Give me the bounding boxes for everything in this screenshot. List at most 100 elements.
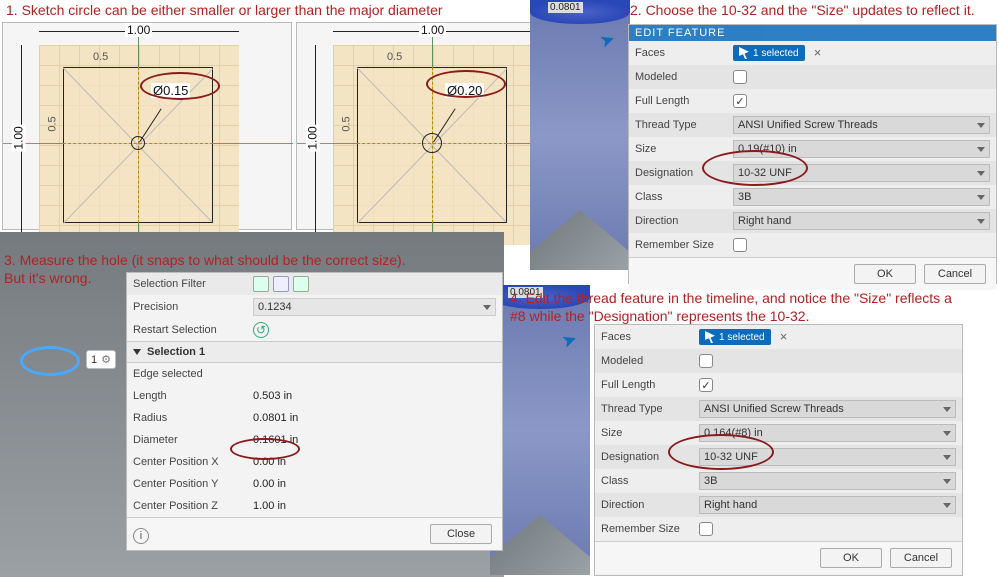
designation-dropdown[interactable]: 10-32 UNF xyxy=(699,448,956,466)
thread-type-value: ANSI Unified Screw Threads xyxy=(738,119,878,131)
remember-size-checkbox[interactable] xyxy=(733,238,747,252)
modeled-checkbox[interactable] xyxy=(699,354,713,368)
dim-width: 1.00 xyxy=(125,23,152,37)
dim-height: 1.00 xyxy=(12,124,26,151)
annotation-3-line1: 3. Measure the hole (it snaps to what sh… xyxy=(4,252,406,268)
chevron-down-icon xyxy=(943,455,951,460)
label-remember: Remember Size xyxy=(635,239,733,251)
sketch-view-1: 1.00 1.00 0.5 0.5 Ø0.15 xyxy=(2,22,292,230)
cursor-icon xyxy=(705,331,715,343)
dim-diameter: Ø0.15 xyxy=(151,83,190,98)
label-remember: Remember Size xyxy=(601,523,699,535)
selection-count: 1 xyxy=(91,354,97,366)
label-modeled: Modeled xyxy=(635,71,733,83)
value-cpz: 1.00 in xyxy=(253,500,496,512)
chevron-down-icon xyxy=(133,349,141,355)
size-value: 0.19(#10) in xyxy=(738,143,797,155)
cylinder-model-2[interactable]: 0.0801 xyxy=(490,285,590,575)
label-radius: Radius xyxy=(133,412,253,424)
modeled-checkbox[interactable] xyxy=(733,70,747,84)
chevron-down-icon xyxy=(977,123,985,128)
cancel-button[interactable]: Cancel xyxy=(890,548,952,568)
class-dropdown[interactable]: 3B xyxy=(699,472,956,490)
dim-diameter: Ø0.20 xyxy=(445,83,484,98)
chevron-down-icon xyxy=(483,305,491,310)
precision-value: 0.1234 xyxy=(258,301,292,313)
direction-value: Right hand xyxy=(704,499,757,511)
precision-dropdown[interactable]: 0.1234 xyxy=(253,298,496,316)
size-dropdown[interactable]: 0.19(#10) in xyxy=(733,140,990,158)
annotation-1: 1. Sketch circle can be either smaller o… xyxy=(6,2,443,18)
dim-half-h: 0.5 xyxy=(47,116,59,131)
full-length-checkbox[interactable] xyxy=(699,378,713,392)
designation-value: 10-32 UNF xyxy=(704,451,758,463)
remember-size-checkbox[interactable] xyxy=(699,522,713,536)
edit-feature-panel-2: Faces 1 selected × Modeled Full Length T… xyxy=(594,324,963,576)
designation-dropdown[interactable]: 10-32 UNF xyxy=(733,164,990,182)
annotation-4-line1: 4. Edit the thread feature in the timeli… xyxy=(510,290,952,306)
faces-count: 1 selected xyxy=(719,332,765,343)
dim-width: 1.00 xyxy=(419,23,446,37)
cylinder-base xyxy=(490,515,590,575)
ok-button[interactable]: OK xyxy=(820,548,882,568)
selection-count-badge[interactable]: 1 ⚙ xyxy=(86,350,116,369)
chevron-down-icon xyxy=(977,171,985,176)
label-class: Class xyxy=(635,191,733,203)
chevron-down-icon xyxy=(943,431,951,436)
selection-section-header[interactable]: Selection 1 xyxy=(127,341,502,363)
value-cpy: 0.00 in xyxy=(253,478,496,490)
class-dropdown[interactable]: 3B xyxy=(733,188,990,206)
direction-dropdown[interactable]: Right hand xyxy=(733,212,990,230)
annotation-2: 2. Choose the 10-32 and the "Size" updat… xyxy=(630,2,975,18)
cursor-icon xyxy=(739,47,749,59)
label-cpx: Center Position X xyxy=(133,456,253,468)
filter-body-icon[interactable] xyxy=(253,276,269,292)
thread-type-dropdown[interactable]: ANSI Unified Screw Threads xyxy=(733,116,990,134)
close-button[interactable]: Close xyxy=(430,524,492,544)
faces-selected-badge[interactable]: 1 selected xyxy=(733,45,805,61)
label-thread-type: Thread Type xyxy=(601,403,699,415)
class-value: 3B xyxy=(738,191,751,203)
chevron-down-icon xyxy=(977,195,985,200)
clear-faces-button[interactable]: × xyxy=(777,330,791,344)
measure-panel: Selection Filter Precision 0.1234 Restar… xyxy=(126,272,503,551)
restart-selection-button[interactable]: ↺ xyxy=(253,322,269,338)
filter-edge-icon[interactable] xyxy=(293,276,309,292)
info-icon[interactable]: i xyxy=(133,528,149,544)
label-direction: Direction xyxy=(601,499,699,511)
value-length: 0.503 in xyxy=(253,390,496,402)
value-radius: 0.0801 in xyxy=(253,412,496,424)
dim-half-w: 0.5 xyxy=(93,51,108,63)
label-full-length: Full Length xyxy=(601,379,699,391)
sketch-circle xyxy=(131,136,145,150)
ok-button[interactable]: OK xyxy=(854,264,916,284)
label-thread-type: Thread Type xyxy=(635,119,733,131)
faces-count: 1 selected xyxy=(753,48,799,59)
direction-dropdown[interactable]: Right hand xyxy=(699,496,956,514)
sketch-circle xyxy=(422,133,442,153)
selected-edge-ring[interactable] xyxy=(20,346,80,376)
cancel-button[interactable]: Cancel xyxy=(924,264,986,284)
chevron-down-icon xyxy=(943,479,951,484)
chevron-down-icon xyxy=(943,407,951,412)
full-length-checkbox[interactable] xyxy=(733,94,747,108)
label-class: Class xyxy=(601,475,699,487)
faces-selected-badge[interactable]: 1 selected xyxy=(699,329,771,345)
label-cpz: Center Position Z xyxy=(133,500,253,512)
label-modeled: Modeled xyxy=(601,355,699,367)
size-dropdown[interactable]: 0.164(#8) in xyxy=(699,424,956,442)
label-size: Size xyxy=(601,427,699,439)
label-faces: Faces xyxy=(635,47,733,59)
label-direction: Direction xyxy=(635,215,733,227)
label-precision: Precision xyxy=(133,301,253,313)
gear-icon[interactable]: ⚙ xyxy=(101,353,111,366)
label-length: Length xyxy=(133,390,253,402)
clear-faces-button[interactable]: × xyxy=(811,46,825,60)
label-cpy: Center Position Y xyxy=(133,478,253,490)
label-diameter: Diameter xyxy=(133,434,253,446)
filter-face-icon[interactable] xyxy=(273,276,289,292)
thread-type-dropdown[interactable]: ANSI Unified Screw Threads xyxy=(699,400,956,418)
edge-selected-text: Edge selected xyxy=(133,368,253,380)
chevron-down-icon xyxy=(977,147,985,152)
annotation-3-line2: But it's wrong. xyxy=(4,270,92,286)
